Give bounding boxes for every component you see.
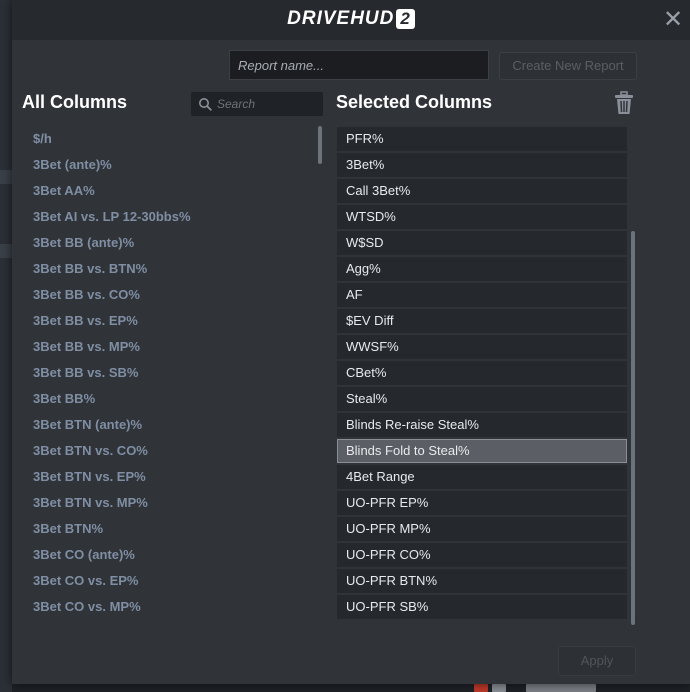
selected-columns-item[interactable]: UO-PFR MP%	[337, 517, 627, 541]
selected-columns-item-active[interactable]: Blinds Fold to Steal%	[337, 439, 627, 463]
all-columns-item[interactable]: 3Bet BTN vs. EP%	[22, 464, 318, 490]
selected-columns-item[interactable]: Steal%	[337, 387, 627, 411]
all-columns-item[interactable]: 3Bet (ante)%	[22, 152, 318, 178]
background-row	[0, 244, 12, 258]
all-columns-item[interactable]: 3Bet BB vs. SB%	[22, 360, 318, 386]
selected-columns-list[interactable]: PFR% 3Bet% Call 3Bet% WTSD% W$SD Agg% AF $EV Di…	[337, 127, 627, 621]
selected-columns-item[interactable]: AF	[337, 283, 627, 307]
all-columns-item[interactable]: 3Bet AI vs. LP 12-30bbs%	[22, 204, 318, 230]
selected-columns-item[interactable]: CBet%	[337, 361, 627, 385]
background-badge	[492, 684, 506, 692]
selected-columns-item[interactable]: WWSF%	[337, 335, 627, 359]
background-row	[0, 170, 12, 184]
all-columns-list[interactable]: $/h 3Bet (ante)% 3Bet AA% 3Bet AI vs. LP 12…	[22, 126, 318, 620]
selected-columns-item[interactable]: PFR%	[337, 127, 627, 151]
selected-columns-item[interactable]: UO-PFR SB%	[337, 595, 627, 619]
selected-columns-item[interactable]: Call 3Bet%	[337, 179, 627, 203]
selected-columns-item[interactable]: UO-PFR CO%	[337, 543, 627, 567]
all-columns-item[interactable]: 3Bet BB vs. MP%	[22, 334, 318, 360]
all-columns-item[interactable]: 3Bet BB vs. CO%	[22, 282, 318, 308]
all-columns-item[interactable]: 3Bet AA%	[22, 178, 318, 204]
all-columns-item[interactable]: 3Bet CO (ante)%	[22, 542, 318, 568]
create-new-report-button[interactable]: Create New Report	[499, 52, 637, 80]
trash-icon[interactable]	[614, 91, 634, 115]
selected-columns-item[interactable]: 4Bet Range	[337, 465, 627, 489]
selected-columns-title: Selected Columns	[336, 92, 493, 112]
selected-columns-item[interactable]: 3Bet%	[337, 153, 627, 177]
all-columns-title: All Columns	[22, 92, 128, 112]
search-icon	[199, 98, 212, 111]
all-columns-item[interactable]: $/h	[22, 126, 318, 152]
selected-columns-item[interactable]: UO-PFR BTN%	[337, 569, 627, 593]
close-icon[interactable]: ✕	[662, 8, 684, 32]
drivehud-logo: DRIVEHUD 2	[12, 8, 690, 30]
selected-columns-item[interactable]: W$SD	[337, 231, 627, 255]
apply-button[interactable]: Apply	[558, 646, 636, 676]
all-columns-item[interactable]: 3Bet BTN%	[22, 516, 318, 542]
all-columns-scrollbar[interactable]	[318, 126, 322, 164]
background-strip	[0, 0, 12, 692]
background-badge	[526, 684, 596, 692]
all-columns-item[interactable]: 3Bet BTN vs. CO%	[22, 438, 318, 464]
search-box[interactable]	[191, 92, 323, 116]
selected-columns-item[interactable]: Agg%	[337, 257, 627, 281]
selected-columns-scrollbar[interactable]	[631, 231, 635, 625]
all-columns-item[interactable]: 3Bet BB (ante)%	[22, 230, 318, 256]
all-columns-item[interactable]: 3Bet CO vs. EP%	[22, 568, 318, 594]
selected-columns-item[interactable]: Blinds Re-raise Steal%	[337, 413, 627, 437]
all-columns-item[interactable]: 3Bet CO vs. MP%	[22, 594, 318, 620]
all-columns-item[interactable]: 3Bet BB%	[22, 386, 318, 412]
report-name-input[interactable]	[229, 50, 489, 80]
selected-columns-item[interactable]: UO-PFR EP%	[337, 491, 627, 515]
selected-columns-item[interactable]: WTSD%	[337, 205, 627, 229]
all-columns-item[interactable]: 3Bet BB vs. BTN%	[22, 256, 318, 282]
all-columns-item[interactable]: 3Bet BTN vs. MP%	[22, 490, 318, 516]
all-columns-item[interactable]: 3Bet BB vs. EP%	[22, 308, 318, 334]
background-badge	[474, 684, 488, 692]
columns-dialog: DRIVEHUD2 ✕ Create New Report All Column…	[12, 0, 690, 684]
all-columns-item[interactable]: 3Bet BTN (ante)%	[22, 412, 318, 438]
search-input[interactable]	[217, 92, 317, 116]
selected-columns-item[interactable]: $EV Diff	[337, 309, 627, 333]
dialog-header: DRIVEHUD 2 ✕	[12, 0, 690, 40]
